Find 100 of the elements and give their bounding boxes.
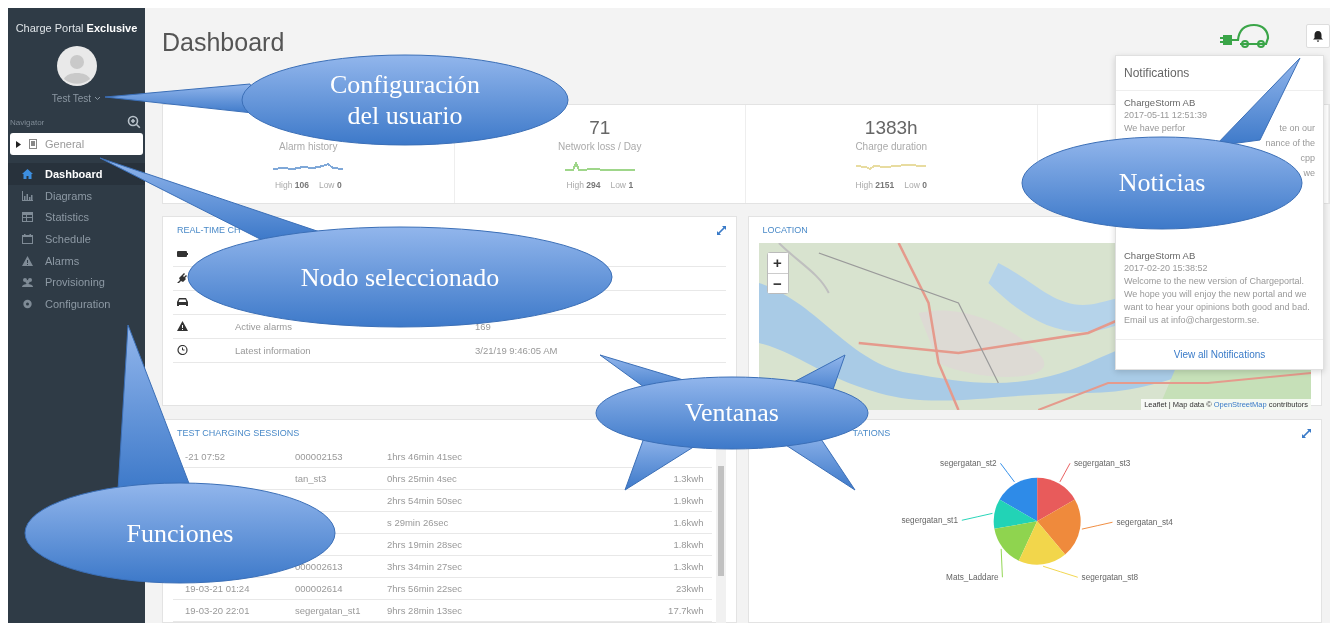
table-cell-text: 1.8kwh [672, 539, 705, 550]
expand-icon[interactable] [1302, 428, 1311, 438]
callout-text: Ventanas [684, 397, 780, 430]
car-plug-icon [1220, 22, 1270, 50]
table-cell-text: 19-03-20 22:01 [185, 605, 251, 616]
scrollbar-thumb[interactable] [717, 466, 724, 576]
table-cell-text: 000002614 [295, 583, 344, 594]
leader-line [1058, 462, 1070, 483]
table-cell-text: 000002613 [295, 561, 344, 572]
notification-sender: ChargeStorm AB [1124, 250, 1197, 261]
high-value: High 106 [274, 180, 309, 190]
gear-icon [22, 298, 33, 309]
table-cell-text: 1.6kwh [672, 517, 705, 528]
notification-text: We have perfor [1124, 122, 1186, 135]
notification-time: 2017-02-20 15:38:52 [1124, 263, 1209, 273]
notification-text: we [1303, 167, 1315, 180]
callout-text: Nodo seleccionado [299, 261, 501, 294]
menu-item[interactable]: Diagrams [8, 184, 145, 207]
expand-icon[interactable] [716, 225, 726, 235]
leader-line [999, 462, 1015, 483]
table-cell-text: 3/21/19 9:46:05 AM [475, 345, 559, 356]
table-cell-text: tan_st3 [295, 473, 328, 484]
view-all-link[interactable]: View all Notifications [1173, 349, 1266, 360]
menu-item[interactable]: Dashboard [8, 163, 145, 185]
user-menu[interactable]: Test Test [45, 92, 108, 105]
building-icon [29, 139, 37, 149]
caret-right-icon [16, 140, 21, 148]
home-icon [22, 168, 33, 179]
table-cell-text: segergatan_st1 [295, 605, 362, 616]
high-value: High 2151 [855, 180, 895, 190]
notification-text: Welcome to the new version of Chargeportal. We hope you will enjoy the new portal and we want to hear your opinions both good and bad. Email us at info@chargestorm.se. [1124, 275, 1311, 327]
leader-line [1042, 565, 1078, 578]
bell-icon [1313, 30, 1323, 42]
table-cell-text: Active alarms [235, 321, 293, 332]
low-value: Low 0 [318, 180, 342, 190]
table-cell-text: 1.3kwh [672, 473, 705, 484]
page-title: Dashboard [162, 28, 285, 57]
zoom-out-button[interactable]: − [767, 273, 788, 293]
menu-item[interactable]: Schedule [8, 228, 145, 250]
chevron-down-icon [94, 96, 102, 101]
notification-text: te on our [1279, 122, 1315, 135]
table-cell-text: 23kwh [675, 583, 705, 594]
menu-item[interactable]: Statistics [8, 206, 145, 229]
notification-text: nance of the [1265, 137, 1315, 150]
bar-chart-icon [22, 190, 33, 201]
table-cell-text: s 29min 26sec [387, 517, 450, 528]
table-cell-text: 19-03-21 01:24 [185, 583, 251, 594]
panel-title: TATIONS [851, 428, 891, 438]
stat-label: Alarm history [279, 141, 338, 152]
stat-value: 1383h [864, 117, 918, 139]
car-icon [177, 296, 188, 307]
notification-time: 2017-05-11 12:51:39 [1124, 110, 1208, 120]
navigator-label: Navigator [10, 117, 45, 127]
low-value: Low 0 [904, 180, 927, 190]
leader-line [1080, 521, 1113, 530]
battery-icon [177, 248, 188, 259]
table-cell-text: 2hrs 54min 50sec [387, 495, 463, 506]
high-value: High 294 [566, 180, 601, 190]
callout-text: Noticias [1117, 167, 1207, 200]
table-cell-text: 7hrs 56min 22sec [387, 583, 463, 594]
avatar-icon [56, 46, 97, 86]
notification-text: cpp [1300, 152, 1315, 165]
notifications-button[interactable] [1306, 24, 1330, 48]
menu-item[interactable]: Alarms [8, 249, 145, 272]
node-selector[interactable]: General [10, 133, 143, 155]
notification-sender: ChargeStorm AB [1124, 97, 1197, 108]
menu-item[interactable]: Provisioning [8, 271, 145, 294]
warning-icon [177, 320, 188, 331]
zoom-in-icon[interactable] [127, 115, 141, 129]
table-cell-text: 0hrs 25min 4sec [387, 473, 458, 484]
leader-line [1000, 548, 1003, 578]
panel-title: REAL-TIME CH [177, 225, 241, 235]
table-icon [22, 212, 33, 223]
plug-icon [177, 272, 188, 283]
panel-title: LOCATION [762, 225, 808, 235]
table-cell-text: 000002153 [295, 451, 344, 462]
stat-label: Network loss / Day [558, 141, 642, 152]
table-cell-text: 169 [475, 321, 492, 332]
callout-text: Funciones [125, 517, 235, 550]
table-cell-text: 2hrs 19min 28sec [387, 539, 463, 550]
table-cell-text: 9hrs 28min 13sec [387, 605, 463, 616]
table-cell-text: 3hrs 34min 27sec [387, 561, 463, 572]
table-cell-text: -21 07:52 [185, 451, 227, 462]
callout-text: Configuración del usuario [328, 69, 482, 132]
table-cell-text: 1.3kwh [672, 561, 705, 572]
menu-item[interactable]: Configuration [8, 293, 145, 315]
stat-label: Charge duration [855, 141, 928, 152]
warning-icon [22, 255, 33, 266]
table-cell-text: 1.9kwh [672, 495, 705, 506]
stat-value: 71 [589, 117, 611, 139]
leader-line [960, 512, 993, 521]
panel-title: TEST CHARGING SESSIONS [177, 428, 300, 438]
scrollbar[interactable] [715, 446, 726, 623]
calendar-icon [22, 233, 33, 244]
table-cell-text: 1hrs 46min 41sec [387, 451, 463, 462]
low-value: Low 1 [610, 180, 634, 190]
table-cell-text: 17.7kwh [667, 605, 705, 616]
clock-icon [177, 344, 188, 355]
users-icon [22, 277, 33, 288]
table-cell-text: Latest information [235, 345, 312, 356]
